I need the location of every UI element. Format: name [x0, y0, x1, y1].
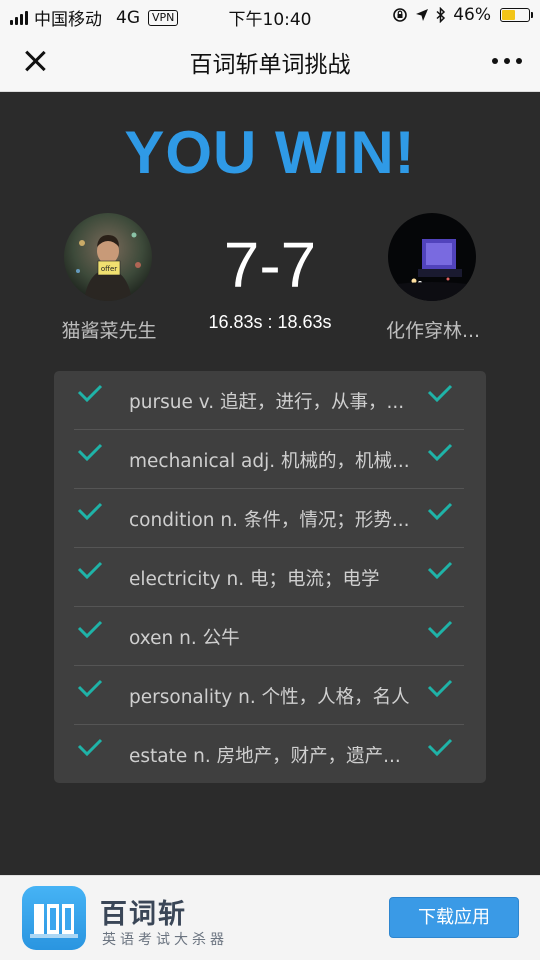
app-logo-icon[interactable] [22, 886, 86, 950]
battery-level [502, 10, 515, 20]
check-icon-right [427, 502, 453, 521]
download-app-button[interactable]: 下载应用 [389, 897, 519, 938]
check-icon-right [427, 679, 453, 698]
check-icon-right [427, 443, 453, 462]
word-text: electricity n. 电；电流；电学 [129, 569, 380, 590]
check-icon-left [77, 620, 103, 639]
check-icon-left [77, 679, 103, 698]
word-text: personality n. 个性，人格，名人 [129, 687, 410, 708]
check-icon-left [77, 384, 103, 403]
battery-icon [500, 8, 533, 22]
check-icon-left [77, 502, 103, 521]
check-icon-right [427, 620, 453, 639]
check-icon-left [77, 443, 103, 462]
word-list: pursue v. 追赶，进行，从事，... mechanical adj. 机… [54, 371, 486, 783]
status-left: 中国移动 4G VPN [10, 5, 179, 30]
app-name: 百词斩 [100, 899, 187, 930]
check-icon-right [427, 384, 453, 403]
app-slogan: 英语考试大杀器 [102, 932, 228, 948]
more-menu-icon[interactable] [492, 58, 522, 64]
status-right: 46% [392, 5, 533, 25]
word-row[interactable]: pursue v. 追赶，进行，从事，... [74, 371, 464, 430]
page-title: 百词斩单词挑战 [189, 52, 351, 78]
word-text: oxen n. 公牛 [129, 628, 240, 649]
word-text: estate n. 房地产，财产，遗产... [129, 746, 401, 767]
vpn-badge: VPN [148, 9, 179, 26]
word-text: condition n. 条件，情况；形势... [129, 510, 410, 531]
app-download-banner: 百词斩 英语考试大杀器 下载应用 [0, 875, 540, 960]
word-row[interactable]: estate n. 房地产，财产，遗产... [74, 725, 464, 784]
word-row[interactable]: mechanical adj. 机械的，机械... [74, 430, 464, 489]
word-text: mechanical adj. 机械的，机械... [129, 451, 410, 472]
avatar-right[interactable] [388, 213, 476, 301]
carrier-label: 中国移动 [34, 10, 102, 30]
check-icon-right [427, 561, 453, 580]
check-icon-left [77, 561, 103, 580]
player-name-right: 化作穿林... [385, 320, 481, 342]
bluetooth-icon [436, 7, 446, 23]
battery-percent: 46% [453, 5, 491, 25]
result-headline: YOU WIN! [124, 119, 416, 186]
word-row[interactable]: oxen n. 公牛 [74, 607, 464, 666]
nav-bar: 百词斩单词挑战 [0, 30, 540, 92]
check-icon-left [77, 738, 103, 757]
word-text: pursue v. 追赶，进行，从事，... [129, 392, 405, 413]
word-row[interactable]: personality n. 个性，人格，名人 [74, 666, 464, 725]
rotation-lock-icon [393, 8, 408, 22]
status-bar: 中国移动 4G VPN 下午10:40 46% [0, 0, 540, 30]
location-icon [416, 9, 429, 21]
signal-icon [10, 10, 28, 25]
network-label: 4G [116, 7, 140, 28]
check-icon-right [427, 738, 453, 757]
word-row[interactable]: condition n. 条件，情况；形势... [74, 489, 464, 548]
word-row[interactable]: electricity n. 电；电流；电学 [74, 548, 464, 607]
